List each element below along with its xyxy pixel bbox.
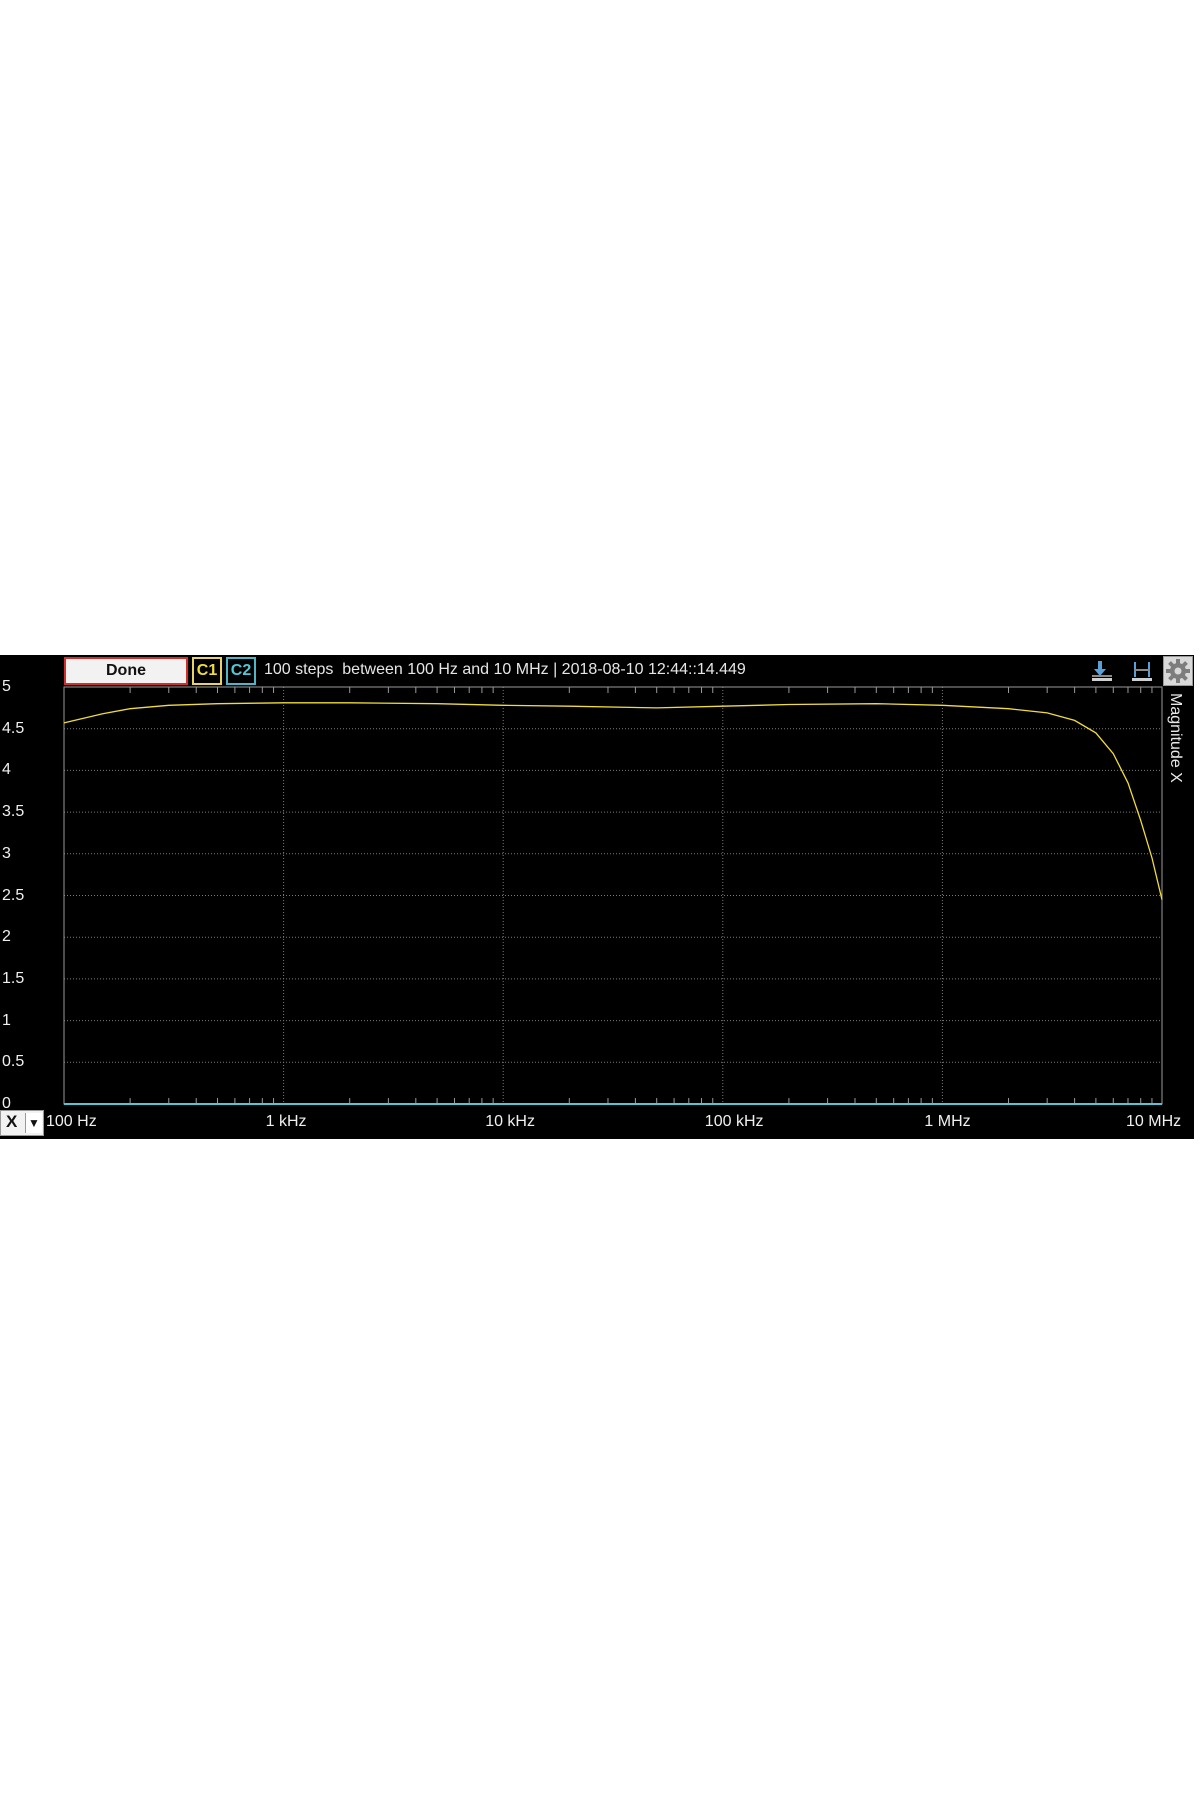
chevron-down-icon[interactable]: ▼ <box>25 1113 42 1133</box>
y-axis-title: Magnitude X <box>1167 693 1184 783</box>
axis-select-dropdown[interactable]: X ▼ <box>0 1110 44 1136</box>
y-tick-label: 0.5 <box>2 1053 25 1071</box>
y-tick-label: 5 <box>2 678 11 695</box>
x-tick-label: 10 kHz <box>485 1113 535 1130</box>
x-tick-label: 1 MHz <box>924 1113 971 1130</box>
scope-panel: Done C1 C2 100 steps between 100 Hz and … <box>0 655 1194 1139</box>
y-tick-label: 1 <box>2 1011 11 1029</box>
y-tick-label: 4.5 <box>2 719 25 737</box>
axis-select-label: X <box>6 1112 18 1131</box>
x-tick-label: 10 MHz <box>1126 1113 1182 1130</box>
series-line-c1 <box>63 702 1163 900</box>
y-tick-label: 3.5 <box>2 803 25 821</box>
x-tick-label: 100 Hz <box>46 1113 97 1130</box>
y-tick-label: 1.5 <box>2 969 25 987</box>
y-axis-labels: 5 4.5 4 3.5 3 2.5 2 1.5 1 0.5 0 <box>0 655 60 1139</box>
y-tick-label: 4 <box>2 761 11 779</box>
x-tick-label: 1 kHz <box>265 1113 307 1130</box>
frequency-response-plot <box>63 686 1163 1105</box>
y-tick-label: 3 <box>2 844 11 862</box>
y-tick-label: 2.5 <box>2 886 25 904</box>
x-tick-label: 100 kHz <box>704 1113 764 1130</box>
y-tick-label: 2 <box>2 928 11 946</box>
